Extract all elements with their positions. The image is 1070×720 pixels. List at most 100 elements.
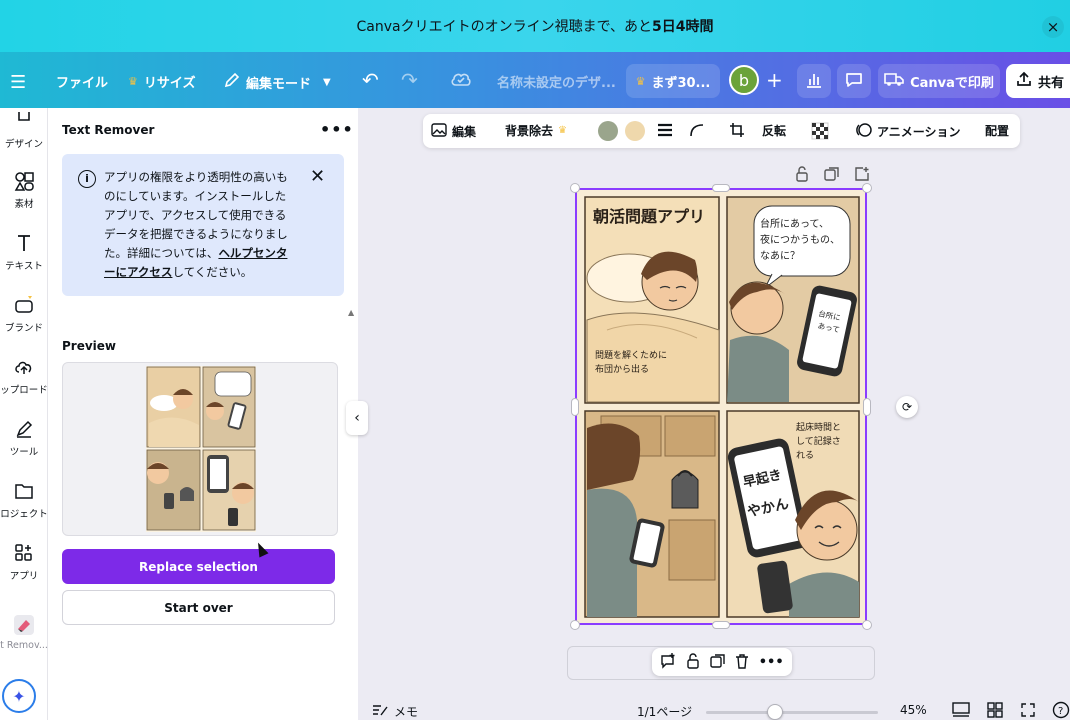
- more-options-button[interactable]: •••: [320, 120, 354, 139]
- animation-icon: [854, 122, 872, 141]
- avatar[interactable]: b: [729, 65, 759, 95]
- rail-item-text-remover[interactable]: t Remov...: [0, 614, 48, 651]
- grid-view-icon[interactable]: [987, 702, 1003, 720]
- add-collaborator-button[interactable]: +: [766, 68, 783, 92]
- rail-item-uploads[interactable]: ップロード: [0, 356, 48, 396]
- rail-item-text[interactable]: テキスト: [0, 232, 48, 272]
- comic-artwork: 朝活問題アプリ 問題を解くために 布団から出る 台所にあって、 夜につかうもの、…: [577, 190, 865, 623]
- trial-button[interactable]: ♛ まず30...: [626, 64, 720, 98]
- corner-icon: [689, 123, 705, 140]
- notes-button[interactable]: メモ: [372, 703, 418, 720]
- close-icon: ×: [1046, 18, 1060, 36]
- color-swatch-1[interactable]: [598, 121, 618, 141]
- folder-icon: [13, 480, 35, 502]
- scroll-up-icon[interactable]: ▲: [348, 308, 354, 317]
- edit-image-button[interactable]: 編集: [431, 122, 476, 141]
- transparency-button[interactable]: [811, 122, 829, 143]
- replace-selection-button[interactable]: Replace selection: [62, 549, 335, 584]
- duplicate-icon[interactable]: [824, 166, 840, 185]
- redo-button[interactable]: ↷: [401, 68, 418, 92]
- comment-add-icon[interactable]: [660, 652, 676, 672]
- trial-label: まず30...: [651, 75, 711, 91]
- info-text: アプリの権限をより透明性の高いも のにしています。インストールした アプリで、ア…: [104, 170, 288, 279]
- pencil-icon: [224, 72, 240, 92]
- rail-label: テキスト: [5, 261, 43, 272]
- zoom-slider[interactable]: [706, 711, 878, 714]
- close-icon[interactable]: ✕: [310, 166, 325, 187]
- panel1-caption-1: 問題を解くために: [595, 349, 667, 361]
- trash-icon[interactable]: [734, 653, 750, 672]
- print-label: Canvaで印刷: [910, 75, 994, 91]
- resize-handle-bottom[interactable]: [712, 621, 730, 629]
- resize-handle-tl[interactable]: [570, 183, 580, 193]
- crop-button[interactable]: [729, 122, 745, 141]
- rail-item-brand[interactable]: ブランド: [0, 294, 48, 334]
- position-button[interactable]: 配置: [985, 122, 1009, 139]
- border-style-button[interactable]: [657, 123, 673, 140]
- text-remover-panel: Text Remover ••• i アプリの権限をより透明性の高いも のにして…: [48, 108, 358, 720]
- resize-handle-left[interactable]: [571, 398, 579, 416]
- animation-label: アニメーション: [877, 125, 961, 139]
- insights-button[interactable]: [797, 64, 831, 98]
- info-icon: i: [78, 170, 96, 188]
- truck-icon: [884, 71, 904, 91]
- sparkle-icon: ✦: [12, 686, 26, 706]
- rail-item-projects[interactable]: ロジェクト: [0, 480, 48, 520]
- resize-handle-br[interactable]: [862, 620, 872, 630]
- undo-button[interactable]: ↶: [362, 68, 379, 92]
- help-center-link[interactable]: ヘルプセンタ: [218, 246, 287, 260]
- resize-handle-right[interactable]: [863, 398, 871, 416]
- zoom-level[interactable]: 45%: [900, 703, 927, 717]
- rail-item-design[interactable]: デザイン: [0, 110, 48, 150]
- duplicate-icon[interactable]: [709, 653, 726, 672]
- design-page[interactable]: 朝活問題アプリ 問題を解くために 布団から出る 台所にあって、 夜につかうもの、…: [575, 188, 867, 625]
- resize-handle-top[interactable]: [712, 184, 730, 192]
- crop-icon: [729, 122, 745, 141]
- upload-icon: [1016, 71, 1032, 91]
- cloud-save-icon[interactable]: [450, 70, 472, 88]
- fullscreen-icon[interactable]: [1020, 702, 1036, 720]
- color-swatch-2[interactable]: [625, 121, 645, 141]
- banner-close-button[interactable]: ×: [1042, 16, 1064, 38]
- resize-handle-tr[interactable]: [862, 183, 872, 193]
- lock-icon[interactable]: [794, 166, 810, 185]
- bg-remove-button[interactable]: 背景除去 ♛: [505, 122, 567, 139]
- page-view-icon[interactable]: [952, 702, 970, 720]
- file-menu-button[interactable]: ファイル: [56, 72, 108, 91]
- document-title[interactable]: 名称未設定のデザ...: [497, 72, 616, 91]
- help-center-link-cont[interactable]: ーにアクセス: [104, 265, 172, 279]
- start-over-button[interactable]: Start over: [62, 590, 335, 625]
- zoom-slider-handle[interactable]: [767, 704, 783, 720]
- share-label: 共有: [1038, 75, 1065, 91]
- page-indicator[interactable]: 1/1ページ: [637, 703, 692, 720]
- comment-button[interactable]: [837, 64, 871, 98]
- image-edit-icon: [431, 122, 447, 141]
- edit-mode-button[interactable]: 編集モード ▼: [224, 72, 331, 92]
- rail-item-apps[interactable]: アプリ: [0, 542, 48, 582]
- flip-button[interactable]: 反転: [762, 122, 786, 139]
- resize-button[interactable]: ♛ リサイズ: [128, 72, 196, 91]
- rail-label: ップロード: [0, 385, 48, 396]
- rail-item-tools[interactable]: ツール: [0, 418, 48, 458]
- rail-item-elements[interactable]: 素材: [0, 170, 48, 210]
- lock-icon[interactable]: [685, 652, 701, 672]
- share-button[interactable]: 共有: [1006, 64, 1070, 98]
- resize-handle-bl[interactable]: [570, 620, 580, 630]
- collapse-panel-button[interactable]: ‹: [346, 401, 368, 435]
- rail-label: ロジェクト: [0, 509, 48, 520]
- menu-icon[interactable]: ☰: [10, 72, 26, 93]
- animate-button[interactable]: アニメーション: [854, 122, 961, 141]
- bg-remove-label: 背景除去: [505, 124, 554, 138]
- rotate-icon[interactable]: ⟳: [896, 396, 918, 418]
- help-icon[interactable]: ?: [1052, 701, 1070, 720]
- magic-ai-button[interactable]: ✦: [2, 679, 36, 713]
- corner-rounding-button[interactable]: [689, 123, 705, 140]
- print-button[interactable]: Canvaで印刷: [878, 64, 1000, 98]
- element-quick-actions: •••: [652, 648, 792, 676]
- preview-image: [62, 362, 338, 536]
- rail-label: ツール: [9, 447, 39, 458]
- edit-label: 編集: [452, 125, 477, 139]
- pen-tool-icon: [13, 418, 35, 440]
- more-icon[interactable]: •••: [759, 655, 784, 670]
- panel1-caption-2: 布団から出る: [595, 363, 649, 375]
